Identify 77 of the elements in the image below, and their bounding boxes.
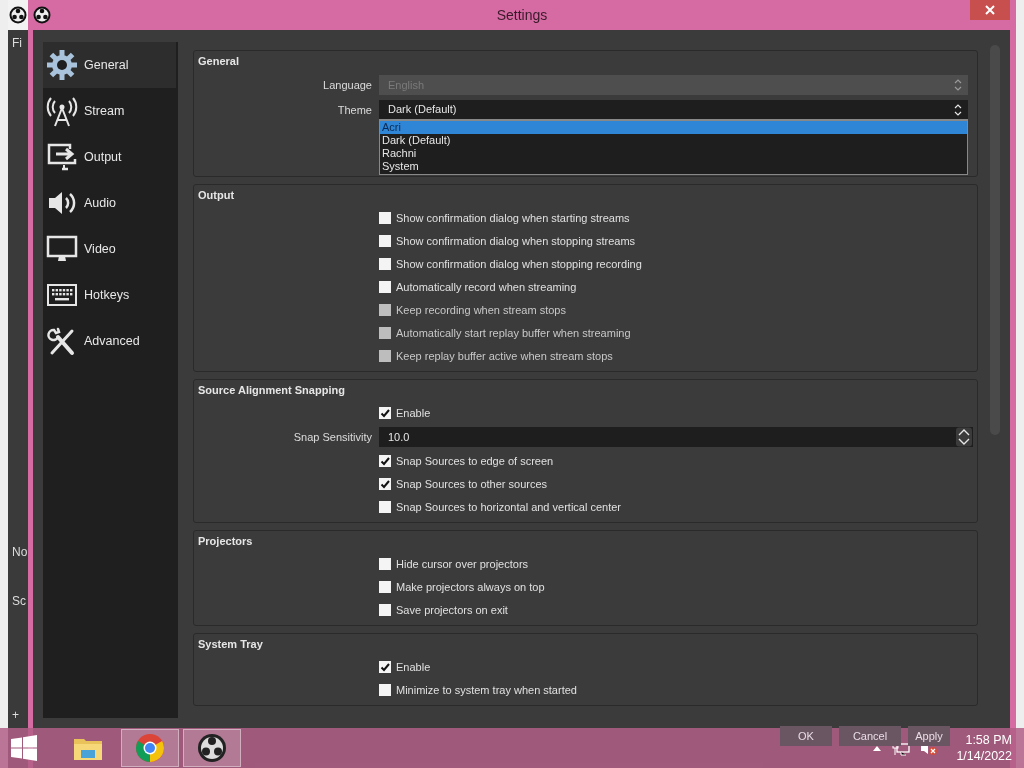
checkbox[interactable] (379, 407, 391, 419)
checkbox-label: Snap Sources to horizontal and vertical center (396, 499, 622, 515)
checkbox-label: Save projectors on exit (396, 602, 508, 618)
checkbox-label: Automatically record when streaming (396, 279, 577, 295)
dropdown-option[interactable]: Dark (Default) (380, 134, 967, 147)
sidebar-item[interactable]: General (43, 42, 176, 88)
checkbox[interactable] (379, 212, 391, 224)
checkbox-label: Snap Sources to edge of screen (396, 453, 554, 469)
network-icon (892, 740, 911, 756)
sidebar-item[interactable]: Output (43, 134, 176, 180)
check-icon (379, 478, 391, 490)
dropdown-option[interactable]: System (380, 160, 967, 173)
clock-time: 1:58 PM (965, 732, 1012, 748)
checkbox-label: Show confirmation dialog when stopping streams (396, 233, 636, 249)
checkbox-label: Show confirmation dialog when stopping recording (396, 256, 642, 272)
checkbox-label: Show confirmation dialog when starting streams (396, 210, 630, 226)
checkbox-label: Enable (396, 405, 431, 421)
checkbox[interactable] (379, 281, 391, 293)
field-label: Snap Sensitivity (293, 429, 372, 445)
check-icon (379, 661, 391, 673)
sidebar-item[interactable]: Video (43, 226, 176, 272)
checkbox[interactable] (379, 235, 391, 247)
dialog-button[interactable]: OK (780, 726, 832, 746)
group-title: System Tray (198, 637, 264, 652)
window-text-fragment: Fi (12, 35, 22, 52)
checkbox-label: Make projectors always on top (396, 579, 545, 595)
checkbox-label: Minimize to system tray when started (396, 682, 577, 698)
sidebar-item[interactable]: Hotkeys (43, 272, 176, 318)
obs-logo-icon (196, 732, 228, 764)
dropdown-option[interactable]: Rachni (380, 147, 967, 160)
chrome-logo-icon (134, 732, 166, 764)
monitor-arrow-icon (46, 141, 78, 173)
window-text-fragment: + (12, 707, 19, 724)
dropdown-option[interactable]: Acri (380, 121, 967, 134)
checkbox[interactable] (379, 581, 391, 593)
dialog-button[interactable]: Apply (908, 726, 950, 746)
clock-date: 1/14/2022 (956, 748, 1012, 764)
spin-box[interactable]: 10.0 (379, 427, 973, 447)
checkbox-label: Keep replay buffer active when stream stops (396, 348, 613, 364)
windows-logo-icon (11, 735, 37, 761)
group-title: Projectors (198, 534, 254, 549)
check-icon (379, 455, 391, 467)
window-title: Settings (496, 5, 548, 25)
sidebar-item[interactable]: Advanced (43, 318, 176, 364)
checkbox[interactable] (379, 684, 391, 696)
field-label: Language (323, 77, 372, 93)
checkbox-label: Snap Sources to other sources (396, 476, 548, 492)
checkbox[interactable] (379, 258, 391, 270)
up-caret-icon (872, 744, 883, 752)
obs-logo-icon (33, 6, 51, 24)
checkbox-label: Enable (396, 659, 431, 675)
checkbox-label: Automatically start replay buffer when streaming (396, 325, 631, 341)
spin-arrows-icon (955, 427, 973, 447)
window-text-fragment: Sc (12, 593, 26, 610)
group-title: Source Alignment Snapping (198, 383, 346, 398)
start-button[interactable] (9, 733, 39, 763)
group-title: General (198, 54, 240, 69)
taskbar-app-button[interactable] (183, 729, 241, 767)
checkbox[interactable] (379, 501, 391, 513)
close-button[interactable] (970, 0, 1010, 20)
checkbox[interactable] (379, 558, 391, 570)
sidebar-item[interactable]: Audio (43, 180, 176, 226)
gear-icon (46, 49, 78, 81)
antenna-icon (46, 95, 78, 127)
sidebar-item[interactable]: Stream (43, 88, 176, 134)
checkbox[interactable] (379, 661, 391, 673)
check-icon (379, 407, 391, 419)
close-icon (985, 5, 995, 15)
checkbox[interactable] (379, 604, 391, 616)
checkbox[interactable] (379, 478, 391, 490)
checkbox-label: Keep recording when stream stops (396, 302, 566, 318)
group-title: Output (198, 188, 236, 203)
window-text-fragment: No (12, 544, 28, 561)
dialog-button[interactable]: Cancel (839, 726, 901, 746)
field-label: Theme (337, 102, 372, 118)
checkbox-label: Hide cursor over projectors (396, 556, 529, 572)
checkbox[interactable] (379, 455, 391, 467)
